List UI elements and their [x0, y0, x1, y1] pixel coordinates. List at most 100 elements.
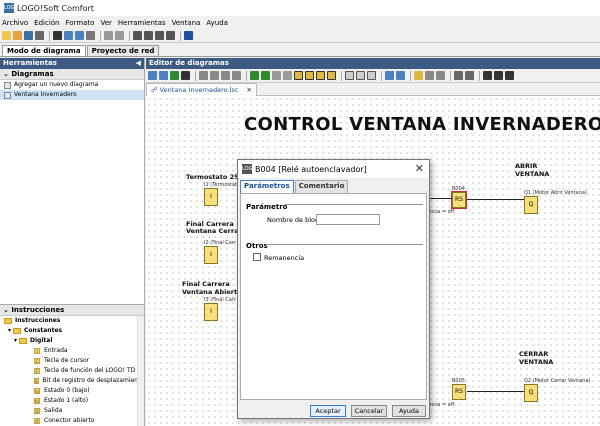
menu-herramientas[interactable]: Herramientas — [118, 19, 166, 27]
transfer-logo-pc-icon[interactable] — [166, 31, 175, 40]
simulation-icon[interactable] — [133, 31, 142, 40]
label-abrir-2: VENTANA — [515, 170, 550, 178]
list-item[interactable]: X Conector abierto — [0, 416, 144, 426]
tree-item-label: Tecla de función del LOGO! TD — [44, 367, 136, 374]
help-pointer-icon[interactable] — [184, 31, 193, 40]
menu-edicion[interactable]: Edición — [34, 19, 59, 27]
collapse-panel-icon[interactable]: ◀ — [136, 58, 141, 69]
transfer-pc-logo-icon[interactable] — [155, 31, 164, 40]
redo-icon[interactable] — [283, 71, 292, 80]
close-tab-icon[interactable]: ✕ — [246, 86, 251, 94]
tree-digital[interactable]: ▾ Digital — [0, 336, 144, 346]
tool-icon[interactable] — [454, 71, 463, 80]
diagram-item-ventana-invernadero[interactable]: Ventana Invernadero — [0, 90, 144, 100]
tool-icon[interactable] — [436, 71, 445, 80]
accept-button[interactable]: Aceptar — [310, 405, 346, 417]
open-file-icon[interactable] — [13, 31, 22, 40]
diagram-file-icon — [4, 91, 11, 99]
add-diagram-label: Agregar un nuevo diagrama — [14, 81, 99, 88]
list-item[interactable]: Q Salida — [0, 406, 144, 416]
block-name-input[interactable] — [316, 214, 380, 225]
menu-formato[interactable]: Formato — [66, 19, 95, 27]
tab-modo-diagrama[interactable]: Modo de diagrama — [2, 45, 86, 56]
menu-ayuda[interactable]: Ayuda — [206, 19, 228, 27]
list-item[interactable]: hi Estado 1 (alto) — [0, 396, 144, 406]
align-icon[interactable] — [232, 71, 241, 80]
text-tool-icon[interactable] — [181, 71, 190, 80]
align-icon[interactable] — [221, 71, 230, 80]
cut-icon[interactable] — [53, 31, 62, 40]
box-icon[interactable] — [367, 71, 376, 80]
menu-ver[interactable]: Ver — [100, 19, 111, 27]
ui-icon[interactable] — [327, 71, 336, 80]
copy-icon[interactable] — [64, 31, 73, 40]
tree-item-label: Tecla de cursor — [44, 357, 90, 364]
window-title: LOGO!Soft Comfort — [17, 3, 94, 13]
add-diagram-item[interactable]: Agregar un nuevo diagrama — [0, 80, 144, 90]
zoom-out-icon[interactable] — [396, 71, 405, 80]
input-block-i2[interactable]: I — [204, 246, 218, 264]
close-icon[interactable]: ✕ — [415, 162, 424, 175]
menu-archivo[interactable]: Archivo — [2, 19, 28, 27]
connect-tool-icon[interactable] — [159, 71, 168, 80]
tab-ventana-invernadero[interactable]: ☍ Ventana Invernadero.lsc ✕ — [146, 83, 257, 96]
delete-icon[interactable] — [86, 31, 95, 40]
remanencia-checkbox[interactable] — [253, 253, 261, 261]
new-file-icon[interactable] — [2, 31, 11, 40]
print-icon[interactable] — [35, 31, 44, 40]
list-item[interactable]: I Entrada — [0, 346, 144, 356]
tools-panel-header: Herramientas ◀ — [0, 58, 144, 69]
rs-block-b005[interactable]: RS — [452, 384, 466, 400]
label-fc-abierta-2: Ventana Abierta — [182, 288, 242, 296]
connect-icon[interactable] — [250, 71, 259, 80]
tree-constantes[interactable]: ▾ Constantes — [0, 326, 144, 336]
redo-icon[interactable] — [115, 31, 124, 40]
co-icon[interactable] — [294, 71, 303, 80]
editor-header: Editor de diagramas — [146, 58, 600, 69]
list-item[interactable]: lo Estado 0 (bajo) — [0, 386, 144, 396]
remanencia-note: ncia = off — [430, 402, 455, 408]
tool-icon[interactable] — [465, 71, 474, 80]
help-button[interactable]: Ayuda — [392, 405, 426, 417]
undo-icon[interactable] — [104, 31, 113, 40]
tool-icon[interactable] — [425, 71, 434, 80]
paste-icon[interactable] — [75, 31, 84, 40]
input-block-i3[interactable]: I — [204, 303, 218, 321]
gf-icon[interactable] — [305, 71, 314, 80]
select-tool-icon[interactable] — [148, 71, 157, 80]
input-block-i1[interactable]: I — [204, 188, 218, 206]
align-icon[interactable] — [199, 71, 208, 80]
tab-proyecto-red[interactable]: Proyecto de red — [86, 45, 160, 56]
tool-icon[interactable] — [505, 71, 514, 80]
save-icon[interactable] — [24, 31, 33, 40]
tool-icon[interactable] — [494, 71, 503, 80]
menu-ventana[interactable]: Ventana — [172, 19, 201, 27]
sf-icon[interactable] — [316, 71, 325, 80]
pencil-icon[interactable] — [414, 71, 423, 80]
box-icon[interactable] — [356, 71, 365, 80]
undo-icon[interactable] — [272, 71, 281, 80]
connect-icon[interactable] — [261, 71, 270, 80]
constants-tool-icon[interactable] — [170, 71, 179, 80]
list-item[interactable]: S Bit de registro de desplazamiento — [0, 376, 144, 386]
tab-comentario[interactable]: Comentario — [294, 180, 349, 193]
remanencia-note: ncia = off — [430, 209, 455, 215]
zoom-in-icon[interactable] — [385, 71, 394, 80]
tool-icon[interactable] — [483, 71, 492, 80]
box-icon[interactable] — [345, 71, 354, 80]
cancel-button[interactable]: Cancelar — [351, 405, 387, 417]
instructions-section-header[interactable]: ⌄ Instrucciones — [0, 305, 144, 316]
online-test-icon[interactable] — [144, 31, 153, 40]
low-state-icon: lo — [34, 388, 40, 394]
output-block-q1[interactable]: Q — [524, 196, 538, 214]
list-item[interactable]: C Tecla de cursor — [0, 356, 144, 366]
cursor-key-icon: C — [34, 358, 40, 364]
instructions-scrollbar[interactable] — [137, 316, 144, 426]
tree-instrucciones[interactable]: Instrucciones — [0, 316, 144, 326]
output-block-q2[interactable]: Q — [524, 384, 538, 402]
tab-parametros[interactable]: Parámetros — [240, 180, 294, 193]
list-item[interactable]: F Tecla de función del LOGO! TD — [0, 366, 144, 376]
align-icon[interactable] — [210, 71, 219, 80]
diagrams-section-header[interactable]: ⌄ Diagramas — [0, 69, 144, 80]
rs-block-b004[interactable]: RS — [451, 191, 467, 209]
